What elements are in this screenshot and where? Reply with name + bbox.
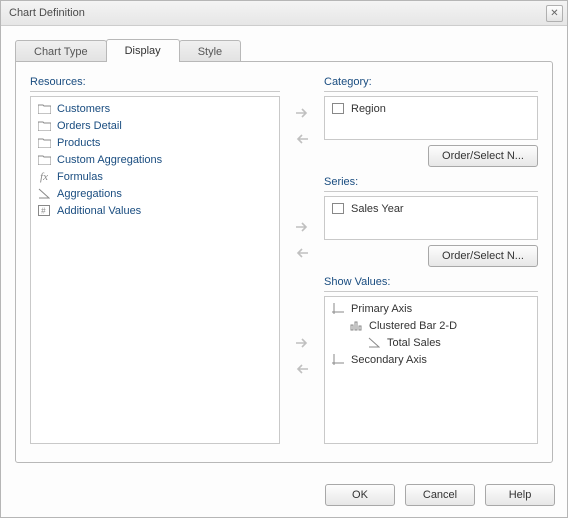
close-button[interactable]: ✕: [546, 5, 563, 22]
tab-chart-type-label: Chart Type: [34, 46, 88, 58]
move-left-button[interactable]: [291, 130, 313, 148]
resources-item-customers[interactable]: Customers: [33, 100, 277, 117]
resources-item-label: Products: [57, 137, 100, 149]
resources-item-additional-values[interactable]: # Additional Values: [33, 202, 277, 219]
show-values-tree[interactable]: Primary Axis Clustered Bar 2-D: [324, 296, 538, 444]
resources-item-label: Customers: [57, 103, 110, 115]
axis-icon: [331, 302, 345, 315]
aggregation-icon: [367, 336, 381, 349]
show-values-section: Show Values: Primary Axis Cl: [324, 276, 538, 444]
window-title: Chart Definition: [9, 7, 546, 19]
folder-icon: [37, 136, 51, 149]
resources-item-aggregations[interactable]: Aggregations: [33, 185, 277, 202]
show-values-total-sales[interactable]: Total Sales: [327, 334, 535, 351]
resources-label: Resources:: [30, 76, 280, 92]
button-label: Order/Select N...: [442, 250, 524, 262]
dialog-footer: OK Cancel Help: [1, 473, 567, 517]
tab-style[interactable]: Style: [179, 40, 241, 62]
bar-chart-icon: [349, 319, 363, 332]
category-list[interactable]: Region: [324, 96, 538, 140]
move-left-button[interactable]: [291, 360, 313, 378]
show-values-secondary-axis[interactable]: Secondary Axis: [327, 351, 535, 368]
series-button-row: Order/Select N...: [324, 240, 538, 276]
resources-item-label: Formulas: [57, 171, 103, 183]
resources-column: Resources: Customers Orders Detail: [30, 76, 280, 444]
resources-item-label: Custom Aggregations: [57, 154, 162, 166]
tree-item-label: Total Sales: [387, 337, 441, 349]
close-icon: ✕: [550, 8, 558, 19]
showvalues-arrows: [291, 334, 313, 378]
category-label: Category:: [324, 76, 538, 92]
move-right-button[interactable]: [291, 334, 313, 352]
svg-text:#: #: [41, 207, 46, 216]
tab-panel-display: Resources: Customers Orders Detail: [15, 61, 553, 463]
resources-item-products[interactable]: Products: [33, 134, 277, 151]
tree-item-label: Primary Axis: [351, 303, 412, 315]
tab-row: Chart Type Display Style: [15, 38, 553, 62]
content-area: Chart Type Display Style Resources: Cust…: [1, 26, 567, 473]
series-list[interactable]: Sales Year: [324, 196, 538, 240]
button-label: Help: [509, 489, 532, 501]
series-item-sales-year[interactable]: Sales Year: [327, 200, 535, 217]
chart-definition-dialog: Chart Definition ✕ Chart Type Display St…: [0, 0, 568, 518]
button-label: Cancel: [423, 489, 457, 501]
resources-item-label: Orders Detail: [57, 120, 122, 132]
move-right-button[interactable]: [291, 104, 313, 122]
resources-item-custom-aggregations[interactable]: Custom Aggregations: [33, 151, 277, 168]
move-right-button[interactable]: [291, 218, 313, 236]
aggregation-icon: [37, 187, 51, 200]
category-item-label: Region: [351, 103, 386, 115]
tab-style-label: Style: [198, 46, 222, 58]
resources-item-orders-detail[interactable]: Orders Detail: [33, 117, 277, 134]
right-column: Category: Region Order/Select N...: [324, 76, 538, 444]
resources-item-label: Aggregations: [57, 188, 122, 200]
move-arrows-column: [290, 76, 314, 444]
button-label: Order/Select N...: [442, 150, 524, 162]
tree-item-label: Clustered Bar 2-D: [369, 320, 457, 332]
category-section: Category: Region Order/Select N...: [324, 76, 538, 176]
field-icon: [331, 202, 345, 215]
category-button-row: Order/Select N...: [324, 140, 538, 176]
formula-icon: fx: [37, 170, 51, 183]
show-values-primary-axis[interactable]: Primary Axis: [327, 300, 535, 317]
tab-display[interactable]: Display: [106, 39, 180, 62]
folder-icon: [37, 119, 51, 132]
series-order-select-n-button[interactable]: Order/Select N...: [428, 245, 538, 267]
titlebar: Chart Definition ✕: [1, 1, 567, 26]
resources-item-label: Additional Values: [57, 205, 141, 217]
tab-chart-type[interactable]: Chart Type: [15, 40, 107, 62]
axis-icon: [331, 353, 345, 366]
series-arrows: [291, 218, 313, 262]
tab-display-label: Display: [125, 45, 161, 57]
tree-item-label: Secondary Axis: [351, 354, 427, 366]
ok-button[interactable]: OK: [325, 484, 395, 506]
move-left-button[interactable]: [291, 244, 313, 262]
number-icon: #: [37, 204, 51, 217]
resources-tree[interactable]: Customers Orders Detail Products: [30, 96, 280, 444]
series-item-label: Sales Year: [351, 203, 404, 215]
show-values-clustered-bar[interactable]: Clustered Bar 2-D: [327, 317, 535, 334]
show-values-label: Show Values:: [324, 276, 538, 292]
help-button[interactable]: Help: [485, 484, 555, 506]
category-arrows: [291, 104, 313, 148]
resources-item-formulas[interactable]: fx Formulas: [33, 168, 277, 185]
folder-icon: [37, 153, 51, 166]
series-label: Series:: [324, 176, 538, 192]
series-section: Series: Sales Year Order/Select N...: [324, 176, 538, 276]
category-item-region[interactable]: Region: [327, 100, 535, 117]
field-icon: [331, 102, 345, 115]
cancel-button[interactable]: Cancel: [405, 484, 475, 506]
category-order-select-n-button[interactable]: Order/Select N...: [428, 145, 538, 167]
button-label: OK: [352, 489, 368, 501]
folder-icon: [37, 102, 51, 115]
